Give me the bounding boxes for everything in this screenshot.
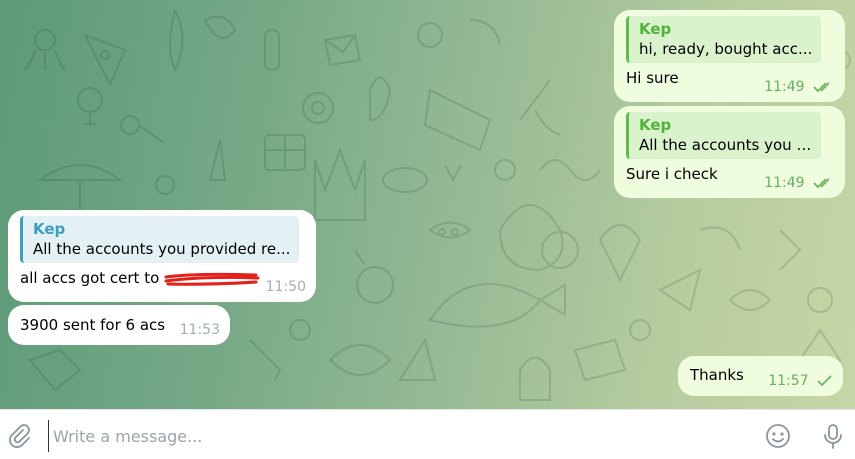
message-text-row: all accs got cert to bbox=[20, 267, 306, 289]
reply-author: Kep bbox=[639, 20, 672, 38]
reply-quote[interactable]: Kep hi, ready, bought acc... bbox=[626, 16, 821, 63]
message-text: all accs got cert to bbox=[20, 269, 160, 287]
message-time: 11:57 bbox=[768, 373, 809, 389]
message-input[interactable] bbox=[48, 420, 735, 452]
message-time: 11:50 bbox=[265, 279, 306, 295]
reply-text: hi, ready, bought acc... bbox=[639, 40, 813, 58]
message-bubble-outgoing[interactable]: Thanks 11:57 bbox=[678, 356, 843, 396]
reply-author: Kep bbox=[33, 220, 66, 238]
redaction-scribble bbox=[164, 272, 260, 286]
message-bubble-incoming[interactable]: 3900 sent for 6 acs 11:53 bbox=[8, 305, 230, 345]
message-composer bbox=[0, 409, 855, 459]
message-meta: 11:49 bbox=[764, 175, 835, 191]
reply-text: All the accounts you p... bbox=[639, 136, 813, 154]
message-meta: 11:57 bbox=[768, 373, 833, 389]
reply-text: All the accounts you provided re... bbox=[33, 240, 291, 258]
message-time: 11:49 bbox=[764, 79, 805, 95]
reply-quote[interactable]: Kep All the accounts you provided re... bbox=[20, 216, 299, 263]
microphone-icon[interactable] bbox=[820, 423, 846, 449]
message-bubble-outgoing[interactable]: Kep hi, ready, bought acc... Hi sure 11:… bbox=[614, 10, 845, 102]
reply-quote[interactable]: Kep All the accounts you p... bbox=[626, 112, 821, 159]
emoji-icon[interactable] bbox=[765, 423, 791, 449]
read-checkmarks-icon bbox=[813, 82, 830, 93]
chat-background: Kep hi, ready, bought acc... Hi sure 11:… bbox=[0, 0, 855, 409]
message-meta: 11:49 bbox=[764, 79, 835, 95]
read-checkmarks-icon bbox=[813, 178, 830, 189]
message-bubble-outgoing[interactable]: Kep All the accounts you p... Sure i che… bbox=[614, 106, 845, 198]
sent-checkmark-icon bbox=[817, 375, 832, 387]
reply-author: Kep bbox=[639, 116, 672, 134]
message-time: 11:49 bbox=[764, 175, 805, 191]
message-time: 11:53 bbox=[179, 322, 220, 338]
message-bubble-incoming[interactable]: Kep All the accounts you provided re... … bbox=[8, 210, 316, 302]
paperclip-icon[interactable] bbox=[6, 423, 32, 449]
